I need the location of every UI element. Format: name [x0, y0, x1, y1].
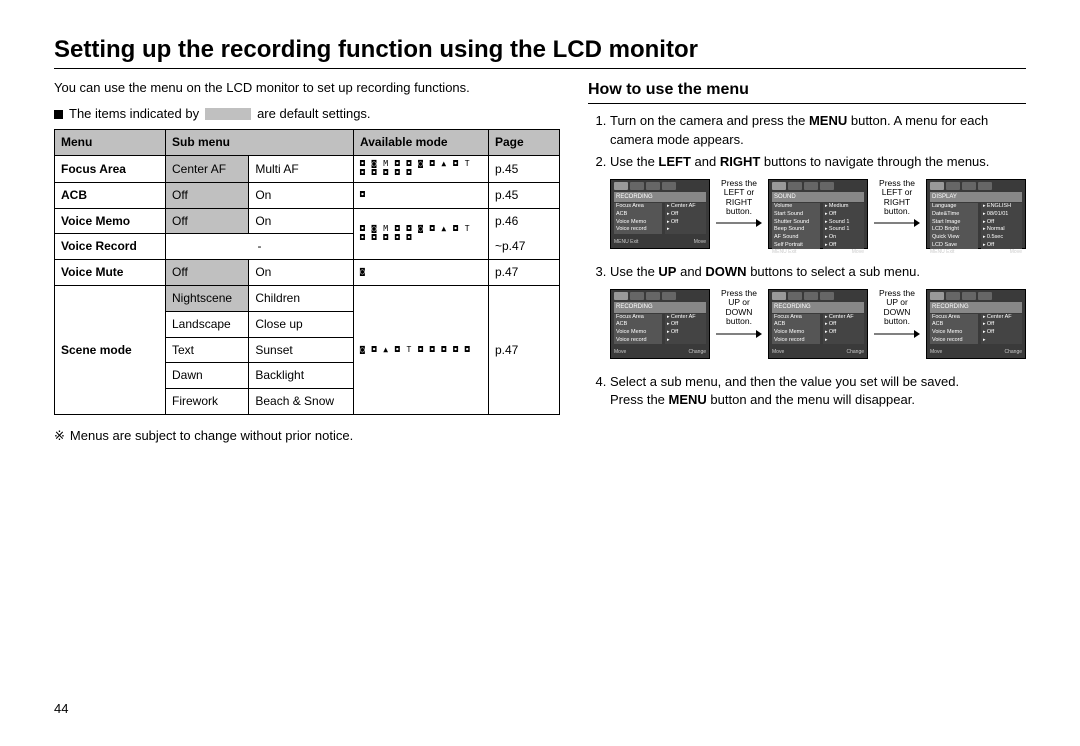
arrow-right-icon — [716, 329, 762, 341]
row-acb-menu: ACB — [55, 182, 166, 208]
row-acb-mode: ◘ — [354, 182, 489, 208]
howto-rule — [588, 103, 1026, 104]
row-vmute-menu: Voice Mute — [55, 260, 166, 286]
default-swatch-icon — [205, 108, 251, 120]
row-vmemo-sub1: Off — [166, 208, 249, 234]
th-mode: Available mode — [354, 130, 489, 156]
row-acb-sub1: Off — [166, 182, 249, 208]
s4b: Press the — [610, 392, 669, 407]
scene-r2b: Close up — [249, 311, 354, 337]
th-menu: Menu — [55, 130, 166, 156]
mini-recording: RECORDINGFocus AreaCenter AFACBOffVoice … — [610, 179, 710, 249]
caption-ud-text-1: Press the UP or DOWN button. — [721, 288, 757, 326]
arrow-right-icon — [716, 218, 762, 230]
intro-text: You can use the menu on the LCD monitor … — [54, 79, 560, 97]
scene-r3a: Text — [166, 337, 249, 363]
caption-lr-text-2: Press the LEFT or RIGHT button. — [879, 178, 915, 216]
row-vrec-sub: - — [166, 234, 354, 260]
arrow-right-icon — [874, 329, 920, 341]
step-2: Use the LEFT and RIGHT buttons to naviga… — [610, 153, 1026, 249]
s2b: LEFT — [658, 154, 691, 169]
caption-ud-1: Press the UP or DOWN button. — [716, 289, 762, 341]
row-acb-page: p.45 — [489, 182, 560, 208]
default-note-post: are default settings. — [257, 105, 370, 123]
screens-row-2: RECORDINGFocus AreaCenter AFACBOffVoice … — [610, 289, 1026, 359]
row-scene-page: p.47 — [489, 285, 560, 414]
th-sub: Sub menu — [166, 130, 354, 156]
row-scene-menu: Scene mode — [55, 285, 166, 414]
step-4: Select a sub menu, and then the value yo… — [610, 373, 1026, 409]
scene-r2a: Landscape — [166, 311, 249, 337]
s1a: Turn on the camera and press the — [610, 113, 809, 128]
reference-mark-icon: ※ — [54, 427, 64, 445]
scene-r4a: Dawn — [166, 363, 249, 389]
scene-r1a: Nightscene — [166, 285, 249, 311]
scene-r1b: Children — [249, 285, 354, 311]
row-vmute-sub2: On — [249, 260, 354, 286]
row-vmute-sub1: Off — [166, 260, 249, 286]
s4c: MENU — [669, 392, 707, 407]
s4a: Select a sub menu, and then the value yo… — [610, 374, 959, 389]
scene-r5b: Beach & Snow — [249, 389, 354, 415]
arrow-right-icon — [874, 218, 920, 230]
left-column: You can use the menu on the LCD monitor … — [54, 79, 560, 445]
th-page: Page — [489, 130, 560, 156]
scene-r5a: Firework — [166, 389, 249, 415]
mini-rec2b: RECORDINGFocus AreaCenter AFACBOffVoice … — [768, 289, 868, 359]
footnote-text: Menus are subject to change without prio… — [70, 427, 353, 445]
default-note-pre: The items indicated by — [69, 105, 199, 123]
step-1: Turn on the camera and press the MENU bu… — [610, 112, 1026, 148]
s3e: buttons to select a sub menu. — [747, 264, 920, 279]
caption-ud-text-2: Press the UP or DOWN button. — [879, 288, 915, 326]
right-column: How to use the menu Turn on the camera a… — [588, 79, 1026, 445]
row-vmute-page: p.47 — [489, 260, 560, 286]
row-vrec-page: ~p.47 — [489, 234, 560, 260]
s2e: buttons to navigate through the menus. — [760, 154, 989, 169]
s3a: Use the — [610, 264, 658, 279]
row-focus-mode: ◘ ◙ M ◘ ◘ ◙ ◘ ▲ ◘ T ◘ ◘ ◘ ◘ ◘ — [354, 156, 489, 183]
mini-rec2a: RECORDINGFocus AreaCenter AFACBOffVoice … — [610, 289, 710, 359]
s2a: Use the — [610, 154, 658, 169]
mini-display: DISPLAYLanguageENGLISHDate&Time08/01/01S… — [926, 179, 1026, 249]
s2c: and — [691, 154, 720, 169]
row-vmemo-mode: ◘ ◙ M ◘ ◘ ◙ ◘ ▲ ◘ T ◘ ◘ ◘ ◘ ◘ — [354, 208, 489, 260]
howto-steps: Turn on the camera and press the MENU bu… — [588, 112, 1026, 409]
caption-lr-2: Press the LEFT or RIGHT button. — [874, 179, 920, 231]
row-vrec-menu: Voice Record — [55, 234, 166, 260]
s3d: DOWN — [705, 264, 746, 279]
row-focus-menu: Focus Area — [55, 156, 166, 183]
row-vmemo-sub2: On — [249, 208, 354, 234]
row-vmemo-menu: Voice Memo — [55, 208, 166, 234]
row-focus-sub1: Center AF — [166, 156, 249, 183]
caption-lr-1: Press the LEFT or RIGHT button. — [716, 179, 762, 231]
howto-title: How to use the menu — [588, 79, 1026, 101]
mini-rec2c: RECORDINGFocus AreaCenter AFACBOffVoice … — [926, 289, 1026, 359]
menu-table: Menu Sub menu Available mode Page Focus … — [54, 129, 560, 415]
footnote: ※ Menus are subject to change without pr… — [54, 427, 560, 445]
row-scene-mode: ◙ ◘ ▲ ◘ T ◘ ◘ ◘ ◘ ◘ — [354, 285, 489, 414]
s3b: UP — [658, 264, 676, 279]
row-focus-page: p.45 — [489, 156, 560, 183]
s2d: RIGHT — [720, 154, 760, 169]
scene-r4b: Backlight — [249, 363, 354, 389]
screens-row-1: RECORDINGFocus AreaCenter AFACBOffVoice … — [610, 179, 1026, 249]
s1b: MENU — [809, 113, 847, 128]
page-number: 44 — [54, 701, 68, 716]
bullet-square-icon — [54, 110, 63, 119]
row-vmute-mode: ◙ — [354, 260, 489, 286]
mini-sound: SOUNDVolumeMediumStart SoundOffShutter S… — [768, 179, 868, 249]
row-acb-sub2: On — [249, 182, 354, 208]
caption-ud-2: Press the UP or DOWN button. — [874, 289, 920, 341]
caption-lr-text-1: Press the LEFT or RIGHT button. — [721, 178, 757, 216]
s4d: button and the menu will disappear. — [707, 392, 915, 407]
title-rule — [54, 68, 1026, 69]
row-vmemo-page: p.46 — [489, 208, 560, 234]
step-3: Use the UP and DOWN buttons to select a … — [610, 263, 1026, 359]
s3c: and — [676, 264, 705, 279]
page-title: Setting up the recording function using … — [54, 36, 1026, 64]
default-note: The items indicated by are default setti… — [54, 105, 560, 123]
row-focus-sub2: Multi AF — [249, 156, 354, 183]
scene-r3b: Sunset — [249, 337, 354, 363]
